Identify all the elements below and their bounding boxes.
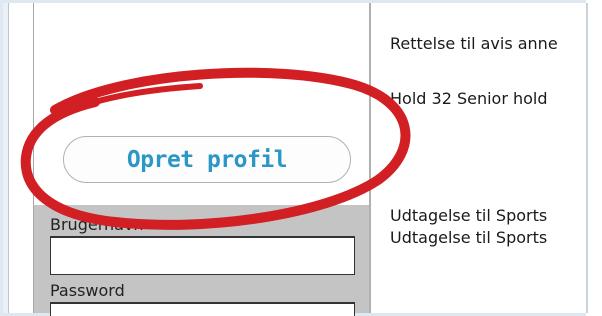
news-item[interactable]: Rettelse til avis anne [390,34,558,54]
password-label: Password [50,281,125,300]
create-profile-label: Opret profil [126,146,288,173]
right-edge [586,3,588,313]
right-clip [586,0,602,316]
create-profile-button[interactable]: Opret profil [63,136,351,183]
password-input[interactable] [50,302,355,316]
news-item[interactable]: Hold 32 Senior hold [390,89,548,109]
news-item[interactable]: Udtagelse til Sports [390,206,547,226]
sidebar-right-border [369,3,371,313]
news-item[interactable]: Udtagelse til Sports [390,228,547,248]
username-input[interactable] [50,236,355,275]
username-label: Brugernavn [50,215,144,234]
sidebar-left-border [33,3,34,313]
left-gap [9,3,34,313]
